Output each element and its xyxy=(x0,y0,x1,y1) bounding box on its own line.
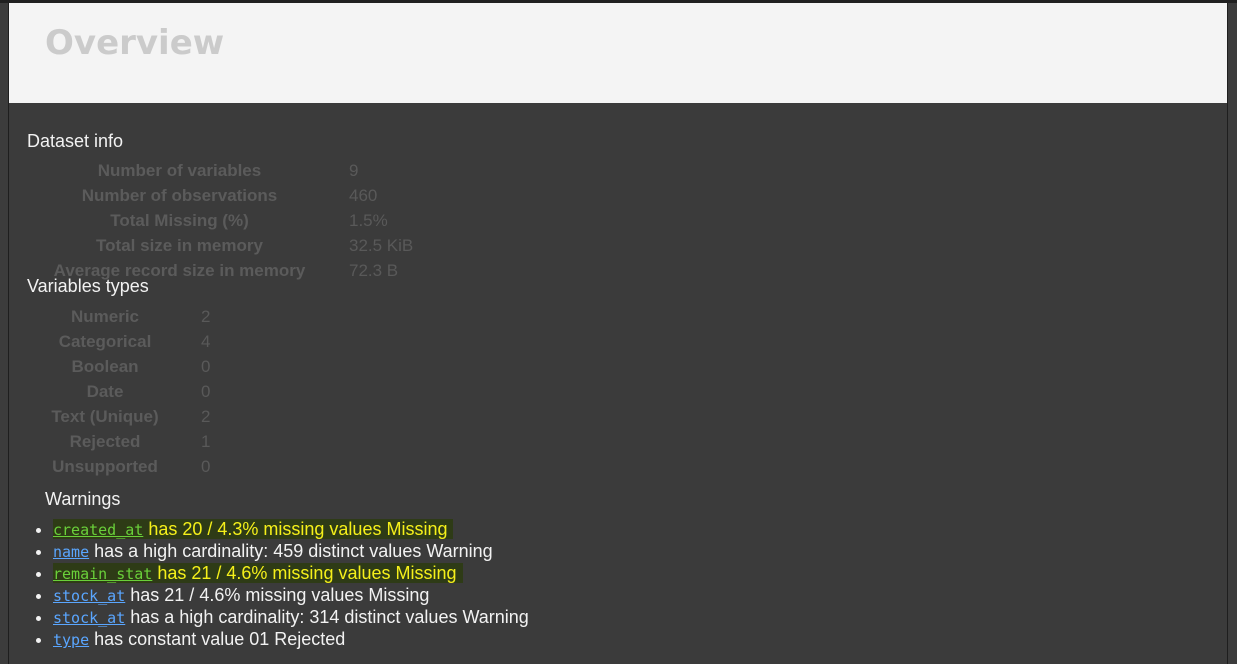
warning-text: has 20 / 4.3% missing values Missing xyxy=(148,519,448,539)
warnings-list: created_at has 20 / 4.3% missing values … xyxy=(9,518,529,650)
stat-value: 2 xyxy=(201,307,211,326)
stat-value: 72.3 B xyxy=(349,261,399,280)
warning-text: has 21 / 4.6% missing values Missing xyxy=(157,563,457,583)
stat-label: Date xyxy=(86,382,124,401)
warning-text: has constant value 01 Rejected xyxy=(94,629,346,649)
stat-value: 1 xyxy=(201,432,211,451)
warning-text: has a high cardinality: 314 distinct val… xyxy=(130,607,529,627)
variable-link-stock-at[interactable]: stock_at xyxy=(53,609,125,627)
warning-text: has 21 / 4.6% missing values Missing xyxy=(130,585,430,605)
stat-value: 0 xyxy=(201,357,211,376)
stat-value: 0 xyxy=(201,382,211,401)
warning-text: has a high cardinality: 459 distinct val… xyxy=(94,541,493,561)
warnings-title: Warnings xyxy=(45,489,121,509)
stat-label: Boolean xyxy=(71,357,139,376)
list-item: name has a high cardinality: 459 distinc… xyxy=(53,540,529,562)
highlighted-warning: created_at has 20 / 4.3% missing values … xyxy=(53,519,454,539)
stat-value: 4 xyxy=(201,332,211,351)
variable-link-name[interactable]: name xyxy=(53,543,89,561)
variable-link-type[interactable]: type xyxy=(53,631,89,649)
stat-value: 32.5 KiB xyxy=(349,236,414,255)
stat-label: Number of variables xyxy=(97,161,262,180)
variable-link-stock-at[interactable]: stock_at xyxy=(53,587,125,605)
list-item: remain_stat has 21 / 4.6% missing values… xyxy=(53,562,529,584)
page-title: Overview xyxy=(45,23,225,63)
variable-link-remain-stat[interactable]: remain_stat xyxy=(53,565,152,583)
stat-value: 0 xyxy=(201,457,211,476)
dataset-info-title: Dataset info xyxy=(27,131,124,151)
list-item: stock_at has a high cardinality: 314 dis… xyxy=(53,606,529,628)
stat-value: 460 xyxy=(349,186,378,205)
stat-label: Text (Unique) xyxy=(51,407,159,426)
stat-label: Number of observations xyxy=(81,186,278,205)
variable-link-created-at[interactable]: created_at xyxy=(53,521,143,539)
highlighted-warning: remain_stat has 21 / 4.6% missing values… xyxy=(53,563,463,583)
stat-value: 1.5% xyxy=(349,211,388,230)
list-item: type has constant value 01 Rejected xyxy=(53,628,529,650)
variable-types-title: Variables types xyxy=(27,276,149,296)
stat-label: Total Missing (%) xyxy=(110,211,249,230)
stat-label: Rejected xyxy=(69,432,141,451)
list-item: stock_at has 21 / 4.6% missing values Mi… xyxy=(53,584,529,606)
stat-value: 9 xyxy=(349,161,359,180)
stat-label: Total size in memory xyxy=(96,236,263,255)
report-panel: Overview Dataset info Number of variable… xyxy=(8,3,1228,664)
list-item: created_at has 20 / 4.3% missing values … xyxy=(53,518,529,540)
stat-label: Categorical xyxy=(58,332,152,351)
stat-label: Unsupported xyxy=(52,457,158,476)
stat-label: Numeric xyxy=(70,307,140,326)
overview-header: Overview xyxy=(9,3,1227,103)
stat-value: 2 xyxy=(201,407,211,426)
